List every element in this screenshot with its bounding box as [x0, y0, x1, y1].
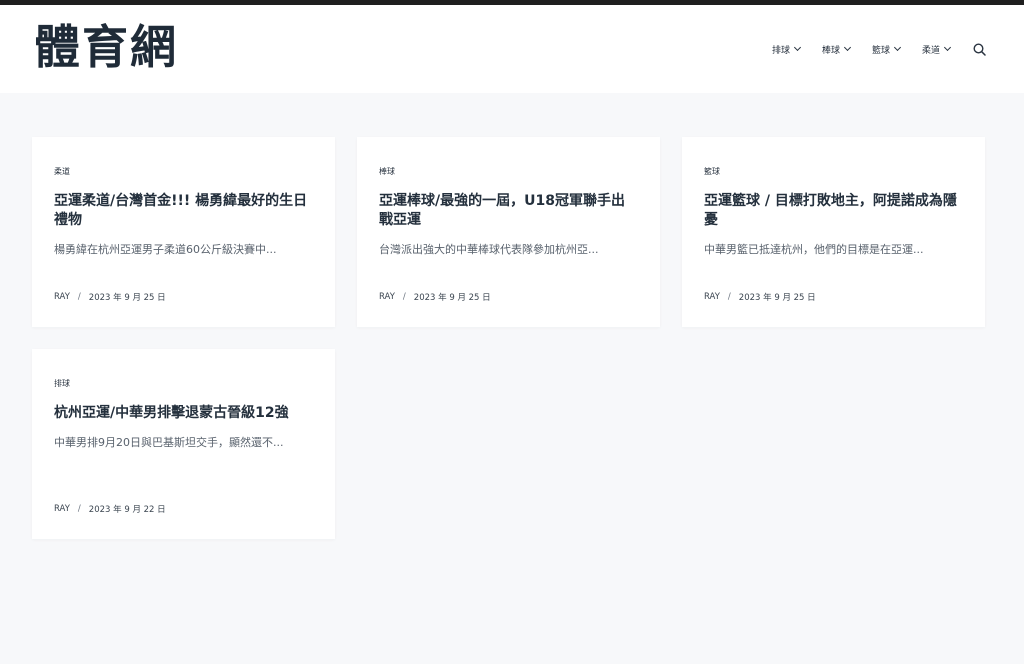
nav-item-volleyball[interactable]: 排球 [771, 43, 801, 56]
post-date: 2023 年 9 月 25 日 [413, 293, 491, 303]
search-icon [972, 42, 986, 56]
post-date: 2023 年 9 月 25 日 [88, 293, 166, 303]
post-excerpt: 中華男排9月20日與巴基斯坦交手，顯然還不... [54, 436, 284, 449]
nav-item-baseball[interactable]: 棒球 [821, 43, 852, 56]
nav-item-judo[interactable]: 柔道 [921, 43, 952, 56]
post-title-link[interactable]: 亞運籃球 / 目標打敗地主，阿提諾成為隱憂 [704, 192, 963, 230]
post-meta: RAY / 2023 年 9 月 22 日 [54, 503, 166, 515]
post-title-link[interactable]: 亞運棒球/最強的一屆，U18冠軍聯手出戰亞運 [379, 192, 638, 230]
post-meta: RAY / 2023 年 9 月 25 日 [379, 291, 491, 303]
post-meta: RAY / 2023 年 9 月 25 日 [704, 291, 816, 303]
post-category-link[interactable]: 棒球 [379, 166, 395, 177]
site-logo[interactable]: 體育網 [34, 24, 178, 70]
post-excerpt: 台灣派出強大的中華棒球代表隊參加杭州亞... [379, 243, 599, 256]
chevron-down-icon [793, 43, 801, 52]
post-author-link[interactable]: RAY [54, 504, 70, 514]
main-nav: 排球 棒球 籃球 柔道 [772, 42, 986, 56]
post-category-link[interactable]: 籃球 [704, 166, 720, 177]
post-category-link[interactable]: 柔道 [54, 166, 70, 177]
post-grid: 柔道 亞運柔道/台灣首金!!! 楊勇緯最好的生日禮物 楊勇緯在杭州亞運男子柔道6… [0, 93, 1024, 539]
chevron-down-icon [893, 43, 902, 52]
chevron-down-icon [843, 43, 852, 52]
site-header: 體育網 排球 棒球 籃球 柔道 [0, 5, 1024, 93]
nav-item-label: 柔道 [921, 45, 940, 56]
meta-separator: / [402, 292, 406, 302]
post-author-link[interactable]: RAY [54, 292, 70, 302]
post-category-link[interactable]: 排球 [54, 378, 70, 389]
nav-item-label: 棒球 [821, 45, 840, 56]
meta-separator: / [727, 292, 731, 302]
meta-separator: / [77, 292, 81, 302]
post-author-link[interactable]: RAY [704, 292, 720, 302]
post-date: 2023 年 9 月 22 日 [88, 505, 166, 515]
post-excerpt: 楊勇緯在杭州亞運男子柔道60公斤級決賽中... [54, 243, 277, 256]
post-card: 棒球 亞運棒球/最強的一屆，U18冠軍聯手出戰亞運 台灣派出強大的中華棒球代表隊… [357, 137, 660, 327]
chevron-down-icon [943, 43, 952, 52]
post-card: 籃球 亞運籃球 / 目標打敗地主，阿提諾成為隱憂 中華男籃已抵達杭州，他們的目標… [682, 137, 985, 327]
post-author-link[interactable]: RAY [379, 292, 395, 302]
post-excerpt: 中華男籃已抵達杭州，他們的目標是在亞運... [704, 243, 924, 256]
post-title-link[interactable]: 杭州亞運/中華男排擊退蒙古晉級12強 [54, 404, 313, 423]
nav-item-label: 籃球 [871, 45, 890, 56]
meta-separator: / [77, 504, 81, 514]
nav-item-basketball[interactable]: 籃球 [871, 43, 902, 56]
post-date: 2023 年 9 月 25 日 [738, 293, 816, 303]
post-title-link[interactable]: 亞運柔道/台灣首金!!! 楊勇緯最好的生日禮物 [54, 192, 313, 230]
post-card: 排球 杭州亞運/中華男排擊退蒙古晉級12強 中華男排9月20日與巴基斯坦交手，顯… [32, 349, 335, 539]
post-meta: RAY / 2023 年 9 月 25 日 [54, 291, 166, 303]
post-card: 柔道 亞運柔道/台灣首金!!! 楊勇緯最好的生日禮物 楊勇緯在杭州亞運男子柔道6… [32, 137, 335, 327]
search-button[interactable] [972, 42, 986, 56]
nav-item-label: 排球 [771, 45, 790, 56]
